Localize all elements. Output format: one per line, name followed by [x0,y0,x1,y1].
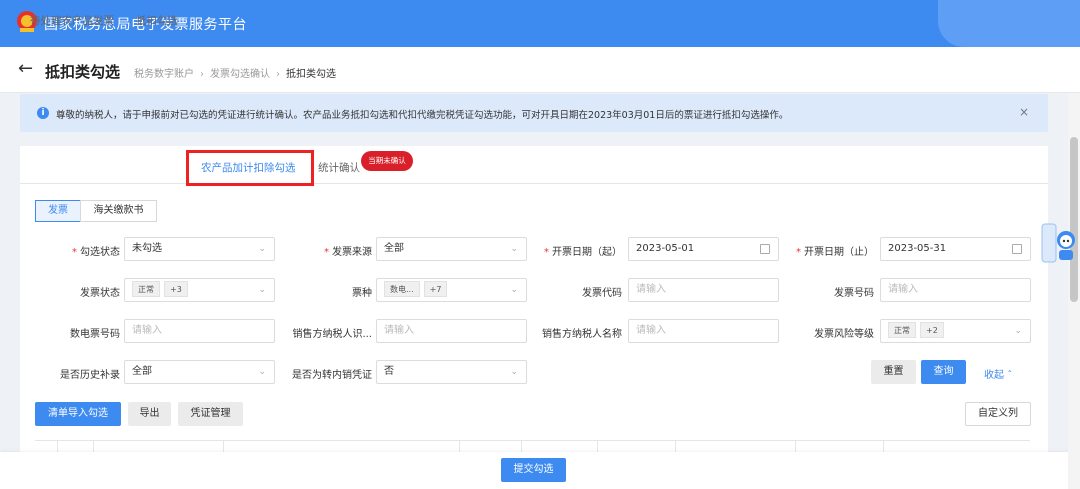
date-start-input[interactable]: 2023-05-01 [628,237,779,261]
tab-statistics-confirm[interactable]: 统计确认 [318,160,360,175]
export-button[interactable]: 导出 [128,402,171,426]
chevron-down-icon: ⌄ [1014,326,1022,336]
query-button[interactable]: 查询 [921,360,966,384]
tag-more: +7 [423,281,448,297]
date-end-label: * 开票日期（止） [796,247,874,258]
tab-highlight-box [186,150,314,186]
assistant-robot-icon[interactable] [1040,220,1076,266]
custom-columns-button[interactable]: 自定义列 [965,402,1031,426]
tab-pending-agri[interactable]: 待处理农产品发票 [30,13,114,28]
chevron-down-icon: ⌄ [258,285,266,295]
check-status-select[interactable]: 未勾选 ⌄ [124,237,275,261]
risk-level-label: 发票风险等级 [814,329,874,340]
page-header: ← 抵扣类勾选 税务数字账户 › 发票勾选确认 › 抵扣类勾选 [0,47,1080,93]
import-check-button[interactable]: 清单导入勾选 [35,402,121,426]
tag-chip: 正常 [888,322,916,338]
invoice-status-label: 发票状态 [80,288,120,299]
calendar-icon [1012,244,1022,254]
tag-more: +3 [164,281,188,297]
date-end-input[interactable]: 2023-05-31 [880,237,1031,261]
risk-level-select[interactable]: 正常 +2 ⌄ [880,319,1031,343]
tag-chip: 数电... [384,281,420,297]
domestic-sale-select[interactable]: 否 ⌄ [376,360,527,384]
subtab-invoice[interactable]: 发票 [35,200,81,222]
invoice-number-input[interactable]: 请输入 [880,278,1031,302]
breadcrumb-separator-icon: › [200,69,204,80]
chevron-down-icon: ⌄ [510,285,518,295]
subtab-customs[interactable]: 海关缴款书 [80,200,157,222]
calendar-icon [760,244,770,254]
check-status-label: * 勾选状态 [72,247,120,258]
user-area[interactable] [938,0,1080,47]
chevron-down-icon: ⌄ [258,367,266,377]
seller-tax-id-input[interactable]: 请输入 [376,319,527,343]
digital-number-input[interactable]: 请输入 [124,319,275,343]
chevron-down-icon: ⌄ [258,244,266,254]
chevron-down-icon: ⌄ [510,367,518,377]
seller-name-input[interactable]: 请输入 [628,319,779,343]
invoice-code-input[interactable]: 请输入 [628,278,779,302]
close-icon[interactable]: × [1019,105,1029,119]
seller-tax-id-label: 销售方纳税人识... [292,329,372,340]
tag-more: +2 [920,322,944,338]
date-start-label: * 开票日期（起） [544,247,622,258]
digital-number-label: 数电票号码 [70,329,120,340]
breadcrumb-separator-icon: › [276,69,280,80]
chevron-up-icon: ˆ [1007,370,1013,381]
invoice-code-label: 发票代码 [582,288,622,299]
invoice-number-label: 发票号码 [834,288,874,299]
notice-text: 尊敬的纳税人，请于申报前对已勾选的凭证进行统计确认。农产品业务抵扣勾选和代扣代缴… [56,110,789,121]
domestic-sale-label: 是否为转内销凭证 [292,370,372,381]
seller-name-label: 销售方纳税人名称 [542,329,622,340]
page-title: 抵扣类勾选 [45,63,121,81]
history-supplement-select[interactable]: 全部 ⌄ [124,360,275,384]
status-badge: 当期未确认 [361,151,413,171]
ticket-type-label: 票种 [352,288,372,299]
voucher-management-button[interactable]: 凭证管理 [178,402,243,426]
tab-bar [20,146,1048,184]
invoice-status-select[interactable]: 正常 +3 ⌄ [124,278,275,302]
breadcrumb-current: 抵扣类勾选 [286,69,336,80]
chevron-down-icon: ⌄ [510,244,518,254]
breadcrumb: 税务数字账户 › 发票勾选确认 › 抵扣类勾选 [134,65,336,80]
submit-check-button[interactable]: 提交勾选 [501,458,566,482]
invoice-source-select[interactable]: 全部 ⌄ [376,237,527,261]
collapse-toggle[interactable]: 收起 ˆ [984,366,1012,381]
breadcrumb-item[interactable]: 发票勾选确认 [210,69,270,80]
tab-deduction-check[interactable]: 抵扣勾选 [136,13,178,28]
notice-banner: i 尊敬的纳税人，请于申报前对已勾选的凭证进行统计确认。农产品业务抵扣勾选和代扣… [20,94,1048,132]
reset-button[interactable]: 重置 [871,360,916,384]
invoice-source-label: * 发票来源 [324,247,372,258]
arrow-left-icon[interactable]: ← [18,60,33,78]
info-icon: i [37,107,49,119]
breadcrumb-item[interactable]: 税务数字账户 [134,69,194,80]
history-supplement-label: 是否历史补录 [60,370,120,381]
ticket-type-select[interactable]: 数电... +7 ⌄ [376,278,527,302]
tag-chip: 正常 [132,281,160,297]
